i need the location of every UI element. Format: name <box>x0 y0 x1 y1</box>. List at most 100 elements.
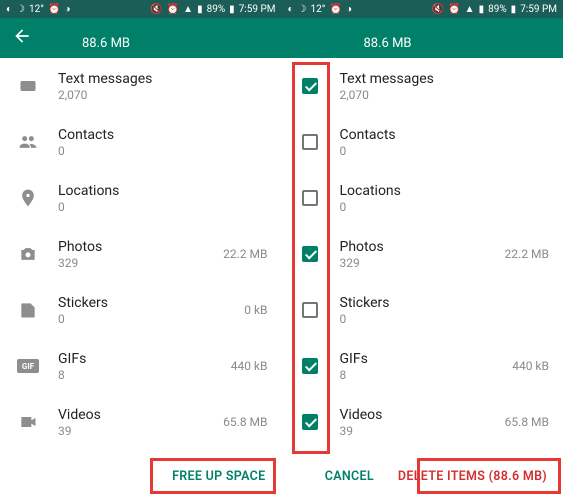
storage-list: Text messages 2,070 Contacts 0 Locations… <box>0 58 282 452</box>
row-size: 0 kB <box>244 303 267 317</box>
battery-pct: 89% <box>488 4 507 15</box>
row-count: 39 <box>340 424 505 438</box>
row-title: Videos <box>58 407 223 423</box>
checkbox-stickers[interactable] <box>294 302 326 318</box>
row-title: Locations <box>340 183 550 199</box>
row-title: Text messages <box>340 71 550 87</box>
temp: 12° <box>29 4 44 15</box>
row-count: 0 <box>58 200 268 214</box>
battery-pct: 89% <box>207 4 226 15</box>
row-count: 0 <box>340 312 550 326</box>
moon-icon: ☽ <box>16 4 25 15</box>
battery-icon: ▮ <box>229 4 235 15</box>
row-videos[interactable]: Videos 39 65.8 MB <box>282 394 563 450</box>
row-count: 0 <box>340 200 550 214</box>
moon-icon: ☽ <box>298 4 307 15</box>
row-title: Videos <box>340 407 505 423</box>
checkbox-locations[interactable] <box>294 190 326 206</box>
row-title: Text messages <box>58 71 268 87</box>
gif-icon: GIF <box>12 359 44 373</box>
row-text-messages[interactable]: Text messages 2,070 <box>0 58 282 114</box>
row-size: 22.2 MB <box>505 247 549 261</box>
row-count: 0 <box>58 144 268 158</box>
spotify-icon: ◐ <box>288 4 294 15</box>
spotify-icon: ◐ <box>6 4 12 15</box>
row-text-messages[interactable]: Text messages 2,070 <box>282 58 563 114</box>
checkbox-gifs[interactable] <box>294 358 326 374</box>
alarm-icon: ⏰ <box>48 4 60 15</box>
row-count: 0 <box>340 144 550 158</box>
row-locations[interactable]: Locations 0 <box>282 170 563 226</box>
alarm-icon-2: ⏰ <box>448 4 460 15</box>
row-contacts[interactable]: Contacts 0 <box>0 114 282 170</box>
alarm-icon: ⏰ <box>330 4 342 15</box>
text-icon <box>12 76 44 96</box>
footer-right: CANCEL DELETE ITEMS (88.6 MB) <box>282 452 563 500</box>
row-size: 440 kB <box>231 359 268 373</box>
alarm-icon-2: ⏰ <box>167 4 179 15</box>
row-title: Locations <box>58 183 268 199</box>
checkbox-text-messages[interactable] <box>294 78 326 94</box>
row-title: Stickers <box>58 295 244 311</box>
checkbox-videos[interactable] <box>294 414 326 430</box>
mute-icon: 🔇 <box>150 4 162 15</box>
temp: 12° <box>311 4 326 15</box>
status-bar: ◐ ☽ 12° ⏰ ◑ 🔇 ⏰ ▲ ▮ 89% ▮ 7:59 PM <box>282 0 563 18</box>
row-count: 329 <box>58 256 223 270</box>
row-size: 440 kB <box>512 359 549 373</box>
row-videos[interactable]: Videos 39 65.8 MB <box>0 394 282 450</box>
signal-icon: ▮ <box>479 4 485 15</box>
row-photos[interactable]: Photos 329 22.2 MB <box>0 226 282 282</box>
row-title: Photos <box>340 239 505 255</box>
row-count: 8 <box>340 368 513 382</box>
delete-items-button[interactable]: DELETE ITEMS (88.6 MB) <box>398 469 547 484</box>
row-title: Photos <box>58 239 223 255</box>
camera-icon <box>12 244 44 264</box>
row-title: Contacts <box>58 127 268 143</box>
row-locations[interactable]: Locations 0 <box>0 170 282 226</box>
status-bar: ◐ ☽ 12° ⏰ ◑ 🔇 ⏰ ▲ ▮ 89% ▮ 7:59 PM <box>0 0 282 18</box>
row-title: GIFs <box>340 351 513 367</box>
row-title: GIFs <box>58 351 231 367</box>
mute-icon: 🔇 <box>432 4 444 15</box>
row-stickers[interactable]: Stickers 0 0 kB <box>0 282 282 338</box>
wifi-icon: ▲ <box>465 4 475 15</box>
app-icon: ◑ <box>64 4 70 15</box>
checkbox-contacts[interactable] <box>294 134 326 150</box>
location-icon <box>12 188 44 208</box>
row-title: Stickers <box>340 295 550 311</box>
row-title: Contacts <box>340 127 550 143</box>
row-contacts[interactable]: Contacts 0 <box>282 114 563 170</box>
header-size: 88.6 MB <box>364 36 412 51</box>
signal-icon: ▮ <box>197 4 203 15</box>
sticker-icon <box>12 300 44 320</box>
left-screen: ◐ ☽ 12° ⏰ ◑ 🔇 ⏰ ▲ ▮ 89% ▮ 7:59 PM 88.6 M… <box>0 0 282 500</box>
time: 7:59 PM <box>239 4 276 15</box>
back-button[interactable] <box>12 26 32 46</box>
row-photos[interactable]: Photos 329 22.2 MB <box>282 226 563 282</box>
cancel-button[interactable]: CANCEL <box>325 469 374 484</box>
header-size: 88.6 MB <box>82 36 130 51</box>
right-screen: ◐ ☽ 12° ⏰ ◑ 🔇 ⏰ ▲ ▮ 89% ▮ 7:59 PM 88.6 M… <box>282 0 563 500</box>
app-header: 88.6 MB <box>282 18 563 58</box>
row-size: 65.8 MB <box>223 415 267 429</box>
video-icon <box>12 412 44 432</box>
app-header: 88.6 MB <box>0 18 282 58</box>
row-gifs[interactable]: GIF GIFs 8 440 kB <box>0 338 282 394</box>
row-count: 0 <box>58 312 244 326</box>
footer-left: FREE UP SPACE <box>0 452 282 500</box>
app-icon: ◑ <box>346 4 352 15</box>
battery-icon: ▮ <box>511 4 517 15</box>
row-size: 65.8 MB <box>505 415 549 429</box>
row-count: 39 <box>58 424 223 438</box>
row-stickers[interactable]: Stickers 0 <box>282 282 563 338</box>
row-count: 329 <box>340 256 505 270</box>
storage-list-select: Text messages 2,070 Contacts 0 Locations… <box>282 58 563 452</box>
free-up-space-button[interactable]: FREE UP SPACE <box>172 469 265 484</box>
time: 7:59 PM <box>520 4 557 15</box>
row-count: 8 <box>58 368 231 382</box>
checkbox-photos[interactable] <box>294 246 326 262</box>
svg-text:GIF: GIF <box>22 362 35 371</box>
row-gifs[interactable]: GIFs 8 440 kB <box>282 338 563 394</box>
row-size: 22.2 MB <box>223 247 267 261</box>
